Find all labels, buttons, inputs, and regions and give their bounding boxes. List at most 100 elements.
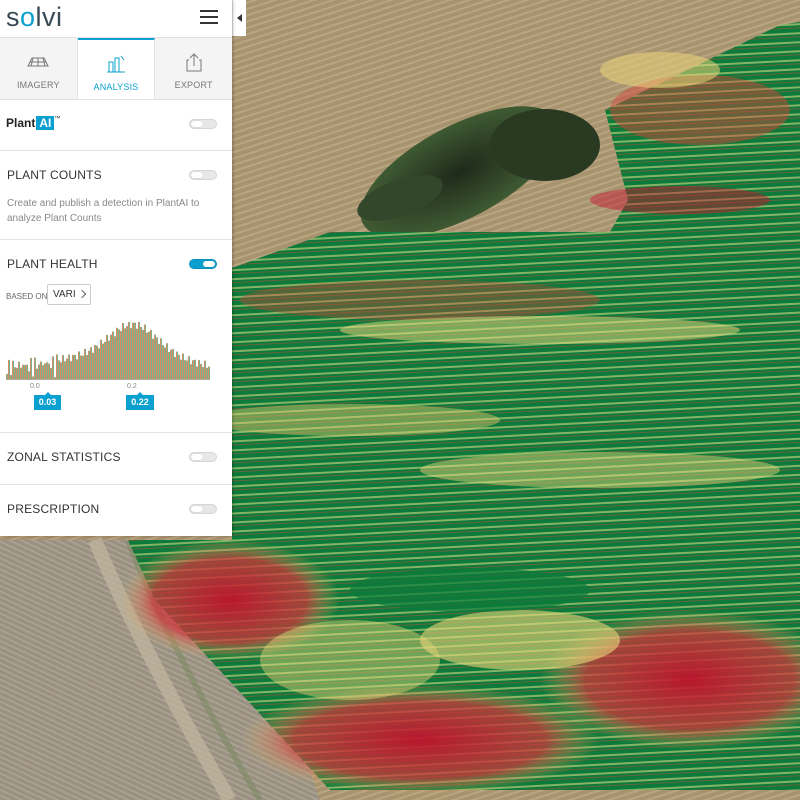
tab-export[interactable]: EXPORT [155,38,233,99]
export-share-icon [186,53,202,72]
histogram-bar [12,360,14,380]
histogram-bar [36,368,38,380]
histogram-bar [30,357,32,380]
histogram-bar [172,348,174,380]
histogram-bar [84,348,86,380]
histogram-bar [98,348,100,380]
solvi-logo[interactable]: solvi [6,2,63,33]
histogram-bar [78,351,80,380]
plant-health-section: PLANT HEALTH BASED ON VARI 0.0 0.2 0.03 … [0,240,232,433]
histogram-bar [148,331,150,380]
histogram-bar [138,322,140,380]
histogram-bar [108,340,110,380]
plant-health-title: PLANT HEALTH [7,257,98,271]
histogram-bar [132,322,134,380]
histogram-bar [118,329,120,380]
histogram-bar [106,334,108,380]
histogram-bar [156,337,158,380]
histogram-bar [200,363,202,380]
analysis-panel: solvi IMAGERY ANALYSIS EXPORT Plant AI ™… [0,0,233,536]
prescription-title: PRESCRIPTION [7,502,100,516]
histogram-bar [162,345,164,380]
histogram-bar [208,366,210,380]
histogram-bar [74,354,76,380]
plant-counts-section: PLANT COUNTS Create and publish a detect… [0,151,232,240]
range-high-handle[interactable]: 0.22 [126,392,154,410]
histogram-tick: 0.0 [30,383,40,390]
histogram-bar [110,334,112,380]
histogram-bar [154,334,156,380]
histogram-bar [174,356,176,380]
collapse-panel-button[interactable] [232,0,246,36]
hamburger-icon[interactable] [200,10,218,24]
histogram-bar [166,343,168,380]
histogram-bar [202,367,204,380]
histogram-bar [92,352,94,380]
histogram-bar [20,367,22,380]
histogram-bar [34,357,36,380]
histogram-bar [150,329,152,380]
prescription-section: PRESCRIPTION [0,485,232,535]
health-histogram[interactable] [6,320,210,380]
plant-health-toggle[interactable] [189,259,217,269]
histogram-bar [96,345,98,380]
histogram-bar [44,363,46,380]
drone-grid-icon [27,57,50,67]
histogram-bar [102,343,104,380]
histogram-bar [170,349,172,380]
index-select[interactable]: VARI [47,284,91,305]
zonal-statistics-title: ZONAL STATISTICS [7,450,121,464]
histogram-bar [144,324,146,380]
histogram-bar [120,331,122,380]
histogram-bar [142,329,144,380]
based-on-label: BASED ON [6,292,48,301]
histogram-bar [76,359,78,380]
histogram-bar [152,338,154,380]
plant-counts-toggle[interactable] [189,170,217,180]
panel-header: solvi [0,0,232,38]
histogram-bar [18,361,20,380]
tab-analysis[interactable]: ANALYSIS [77,38,156,99]
range-low-handle[interactable]: 0.03 [34,392,61,410]
histogram-bar [8,359,10,380]
histogram-bar [196,366,198,380]
histogram-bar [64,361,66,380]
histogram-bar [194,359,196,380]
chevron-right-icon [77,289,87,299]
histogram-bar [60,362,62,380]
zonal-statistics-toggle[interactable] [189,452,217,462]
plantai-toggle[interactable] [189,119,217,129]
histogram-bar [90,347,92,380]
histogram-bar [40,361,42,380]
histogram-bar [94,345,96,380]
histogram-bar [58,360,60,380]
histogram-bar [50,368,52,380]
histogram-bar [112,331,114,380]
histogram-bar [158,343,160,380]
plantai-section: Plant AI ™ [0,100,232,151]
histogram-bar [68,354,70,380]
histogram-bar [48,363,50,380]
histogram-bar [24,365,26,380]
histogram-bar [130,328,132,380]
histogram-bar [198,360,200,380]
index-select-value: VARI [53,289,76,300]
histogram-bar [146,332,148,380]
histogram-bar [134,322,136,380]
histogram-bar [184,360,186,380]
histogram-bar [42,365,44,380]
histogram-bar [46,362,48,380]
histogram-bar [116,327,118,380]
histogram-bar [38,364,40,380]
panel-tabs: IMAGERY ANALYSIS EXPORT [0,38,233,100]
histogram-bar [180,359,182,380]
tab-imagery[interactable]: IMAGERY [0,38,78,99]
histogram-bar [22,364,24,380]
histogram-bar [204,360,206,380]
histogram-bar [16,367,18,380]
histogram-bar [128,322,130,380]
histogram-bar [62,355,64,380]
histogram-bar [6,374,8,380]
histogram-bar [178,354,180,380]
prescription-toggle[interactable] [189,504,217,514]
